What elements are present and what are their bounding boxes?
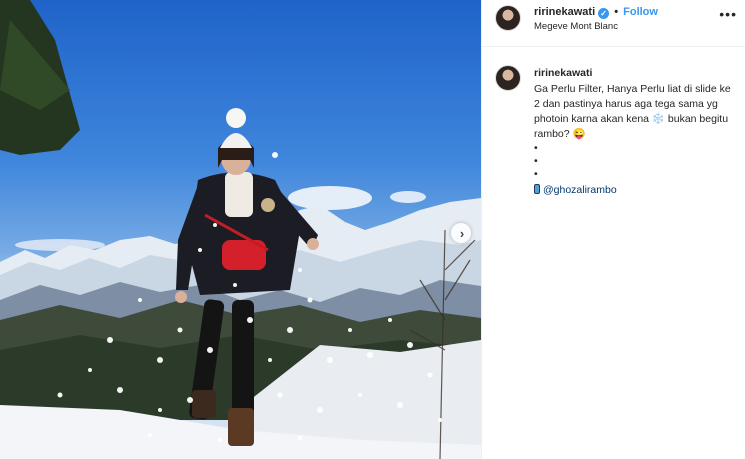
- header-username-row: ririnekawati ✓ • Follow: [534, 6, 658, 19]
- caption-dot: •: [534, 155, 538, 167]
- post-header: ririnekawati ✓ • Follow Megeve Mont Blanc…: [482, 0, 745, 47]
- mobile-phone-icon: [534, 184, 540, 194]
- location-link[interactable]: Megeve Mont Blanc: [534, 21, 618, 32]
- caption-dot: •: [534, 142, 538, 154]
- caption-text: Ga Perlu Filter, Hanya Perlu liat di sli…: [534, 83, 731, 140]
- caption-avatar[interactable]: [495, 65, 521, 91]
- mention-link[interactable]: @ghozalirambo: [543, 184, 617, 196]
- instagram-post: › ririnekawati ✓ • Follow Megeve Mont Bla…: [0, 0, 745, 459]
- photo-scene: [0, 0, 481, 459]
- next-slide-button[interactable]: ›: [451, 223, 471, 243]
- caption-dot: •: [534, 168, 538, 180]
- chevron-right-icon: ›: [459, 225, 465, 241]
- follow-button[interactable]: Follow: [623, 6, 658, 18]
- caption-dots: • • •: [534, 142, 734, 181]
- header-username[interactable]: ririnekawati: [534, 6, 595, 18]
- verified-badge-icon: ✓: [598, 8, 610, 19]
- mention-line: @ghozalirambo: [534, 183, 734, 198]
- avatar[interactable]: [495, 5, 521, 31]
- post-photo[interactable]: ›: [0, 0, 481, 459]
- post-side-panel: ririnekawati ✓ • Follow Megeve Mont Blanc…: [481, 0, 745, 459]
- more-options-icon[interactable]: •••: [719, 6, 737, 22]
- caption-body: ririnekawati Ga Perlu Filter, Hanya Perl…: [534, 66, 734, 198]
- caption-username[interactable]: ririnekawati: [534, 66, 734, 81]
- separator-dot: •: [614, 6, 619, 18]
